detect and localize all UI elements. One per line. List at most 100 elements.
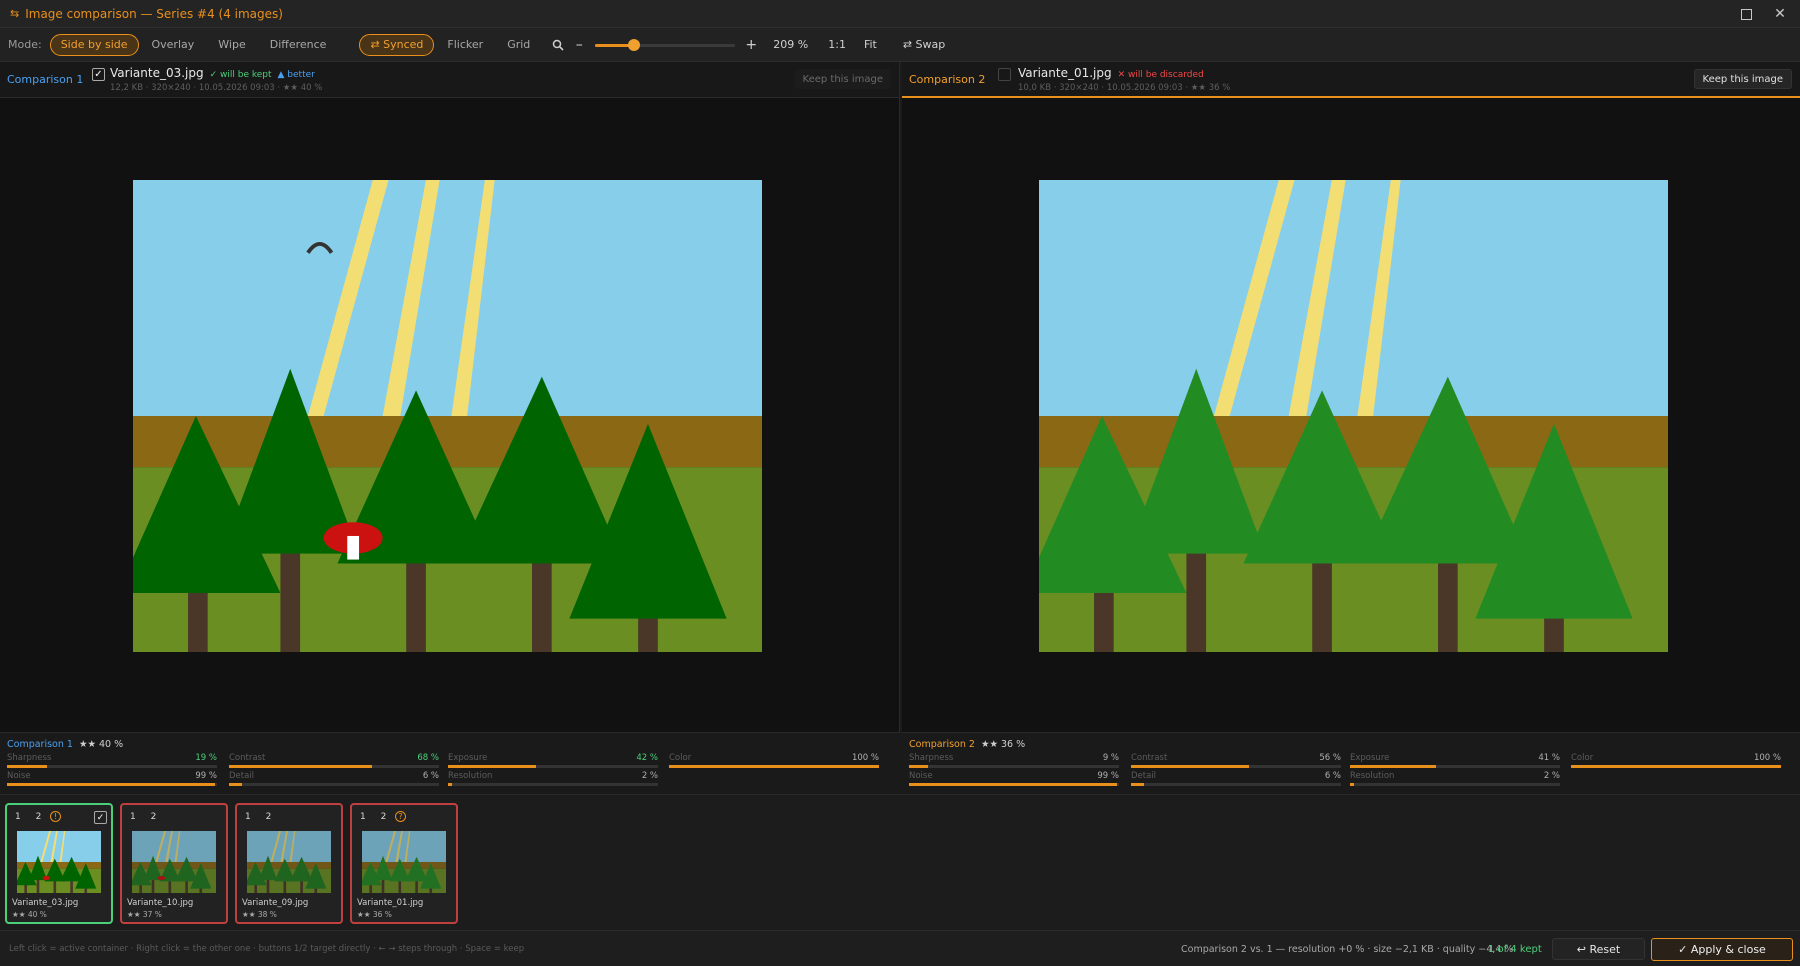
compare-icon: ⇆ xyxy=(10,7,20,20)
left-file-meta: 12,2 KB · 320×240 · 10.05.2026 09:03 · ★… xyxy=(110,83,323,93)
right-metric-detail: Detail 6 % xyxy=(1131,771,1341,787)
metric-value: 2 % xyxy=(641,771,658,781)
left-metric-noise: Noise 99 % xyxy=(7,771,217,787)
metric-value: 6 % xyxy=(422,771,439,781)
zoom-slider[interactable] xyxy=(595,35,736,55)
metric-bar xyxy=(448,783,658,786)
left-comparison-pane[interactable]: Comparison 1 ✓ Variante_03.jpg ✓ will be … xyxy=(0,62,900,732)
metric-bar-fill xyxy=(1131,783,1144,786)
thumb-filename: Variante_09.jpg xyxy=(242,898,309,908)
left-metric-detail: Detail 6 % xyxy=(229,771,439,787)
right-image[interactable] xyxy=(1039,180,1668,652)
metric-bar-fill xyxy=(1571,765,1781,768)
close-button[interactable]: ✕ xyxy=(1770,4,1790,24)
check-icon: ✓ xyxy=(94,69,103,80)
thumb-filename: Variante_03.jpg xyxy=(12,898,79,908)
metric-bar xyxy=(669,765,879,768)
thumb-image xyxy=(132,831,216,893)
thumb-slot-numbers[interactable]: 1 2 xyxy=(15,812,47,822)
apply-close-button[interactable]: ✓ Apply & close xyxy=(1651,938,1793,961)
keyboard-hint: Left click = active container · Right cl… xyxy=(9,944,525,954)
mode-wipe[interactable]: Wipe xyxy=(207,34,256,56)
metric-bar xyxy=(7,765,217,768)
right-pane-header: Comparison 2 Variante_01.jpg ✕ will be di… xyxy=(902,62,1800,98)
metric-value: 19 % xyxy=(195,753,217,763)
thumb-slot-numbers[interactable]: 1 2 xyxy=(130,812,162,822)
left-image[interactable] xyxy=(133,180,762,652)
zoom-slider-handle[interactable] xyxy=(628,38,641,51)
metric-bar-fill xyxy=(7,783,215,786)
right-stats-panel: Comparison 2 ★★ 36 % Sharpness 9 % Contrast… xyxy=(902,732,1800,794)
metric-bar xyxy=(229,783,439,786)
metric-name: Resolution xyxy=(448,771,493,781)
thumbnail-variante-03[interactable]: 1 2 ! ✓ Variante_03.jpg ★★ 40 % xyxy=(5,803,113,924)
metric-bar-fill xyxy=(7,765,47,768)
metric-value: 99 % xyxy=(195,771,217,781)
thumbnail-variante-01[interactable]: 1 2 ? Variante_01.jpg ★★ 36 % xyxy=(350,803,458,924)
fit-button[interactable]: Fit xyxy=(856,34,885,56)
right-metric-contrast: Contrast 56 % xyxy=(1131,753,1341,769)
thumb-filename: Variante_01.jpg xyxy=(357,898,424,908)
metric-bar xyxy=(229,765,439,768)
metric-bar-fill xyxy=(229,783,242,786)
toolbar: Mode: Side by side Overlay Wipe Differen… xyxy=(0,28,1800,62)
metric-name: Color xyxy=(669,753,692,763)
left-pane-header: Comparison 1 ✓ Variante_03.jpg ✓ will be … xyxy=(0,62,899,98)
right-keep-button[interactable]: Keep this image xyxy=(1693,69,1792,89)
metric-bar xyxy=(448,765,658,768)
thumb-keep-checkbox[interactable]: ✓ xyxy=(94,811,107,824)
left-stats-panel: Comparison 1 ★★ 40 % Sharpness 19 % Contras… xyxy=(0,732,900,794)
zoom-1-1-button[interactable]: 1:1 xyxy=(820,34,854,56)
thumb-slot-numbers[interactable]: 1 2 xyxy=(245,812,277,822)
right-metric-sharpness: Sharpness 9 % xyxy=(909,753,1119,769)
metric-bar xyxy=(909,765,1119,768)
metric-value: 56 % xyxy=(1319,753,1341,763)
metric-name: Exposure xyxy=(448,753,488,763)
metric-name: Exposure xyxy=(1350,753,1390,763)
metric-name: Sharpness xyxy=(7,753,52,763)
window-title: Image comparison — Series #4 (4 images) xyxy=(25,6,283,21)
zoom-out-button[interactable]: – xyxy=(569,37,589,53)
right-stats-rating: ★★ 36 % xyxy=(980,739,1026,750)
thumbnail-variante-09[interactable]: 1 2 Variante_09.jpg ★★ 38 % xyxy=(235,803,343,924)
metric-bar-fill xyxy=(909,783,1117,786)
close-icon: ✕ xyxy=(1774,6,1786,22)
reset-button[interactable]: ↩ Reset xyxy=(1552,938,1645,960)
thumb-image xyxy=(247,831,331,893)
left-stats-title: Comparison 1 xyxy=(7,739,73,750)
mode-difference[interactable]: Difference xyxy=(259,34,338,56)
right-filename-row: Variante_01.jpg ✕ will be discarded xyxy=(1018,66,1204,80)
left-better-badge: ▲ better xyxy=(277,70,315,80)
right-pane-tag: Comparison 2 xyxy=(909,73,986,86)
metric-bar xyxy=(909,783,1119,786)
thumbnail-variante-10[interactable]: 1 2 Variante_10.jpg ★★ 37 % xyxy=(120,803,228,924)
synced-toggle[interactable]: ⇄ Synced xyxy=(359,33,435,56)
left-keep-checkbox[interactable]: ✓ xyxy=(92,68,105,81)
metric-value: 42 % xyxy=(636,753,658,763)
metric-bar xyxy=(1131,765,1341,768)
mode-side-by-side[interactable]: Side by side xyxy=(49,33,139,56)
right-metric-exposure: Exposure 41 % xyxy=(1350,753,1560,769)
comparison-summary: Comparison 2 vs. 1 — resolution +0 % · s… xyxy=(1181,944,1514,955)
thumb-rating: ★★ 40 % xyxy=(12,910,47,919)
thumb-image xyxy=(17,831,101,893)
thumb-rating: ★★ 38 % xyxy=(242,910,277,919)
left-keep-button[interactable]: Keep this image xyxy=(794,69,891,89)
view-grid[interactable]: Grid xyxy=(496,34,541,56)
zoom-in-button[interactable]: + xyxy=(741,37,761,53)
thumb-image xyxy=(362,831,446,893)
swap-button[interactable]: ⇄ Swap xyxy=(895,34,953,56)
mode-label: Mode: xyxy=(8,38,42,51)
mode-overlay[interactable]: Overlay xyxy=(141,34,206,56)
view-flicker[interactable]: Flicker xyxy=(436,34,494,56)
kept-count: 1 of 4 kept xyxy=(1488,944,1542,955)
left-kept-status: ✓ will be kept xyxy=(209,70,272,80)
right-discard-status: ✕ will be discarded xyxy=(1117,70,1204,80)
maximize-button[interactable] xyxy=(1736,4,1756,24)
right-comparison-pane[interactable]: Comparison 2 Variante_01.jpg ✕ will be di… xyxy=(902,62,1800,732)
status-bar: Left click = active container · Right cl… xyxy=(0,930,1800,966)
right-keep-checkbox[interactable] xyxy=(998,68,1011,81)
zoom-icon xyxy=(549,39,567,51)
info-icon: ? xyxy=(395,811,406,822)
thumb-slot-numbers[interactable]: 1 2 xyxy=(360,812,392,822)
